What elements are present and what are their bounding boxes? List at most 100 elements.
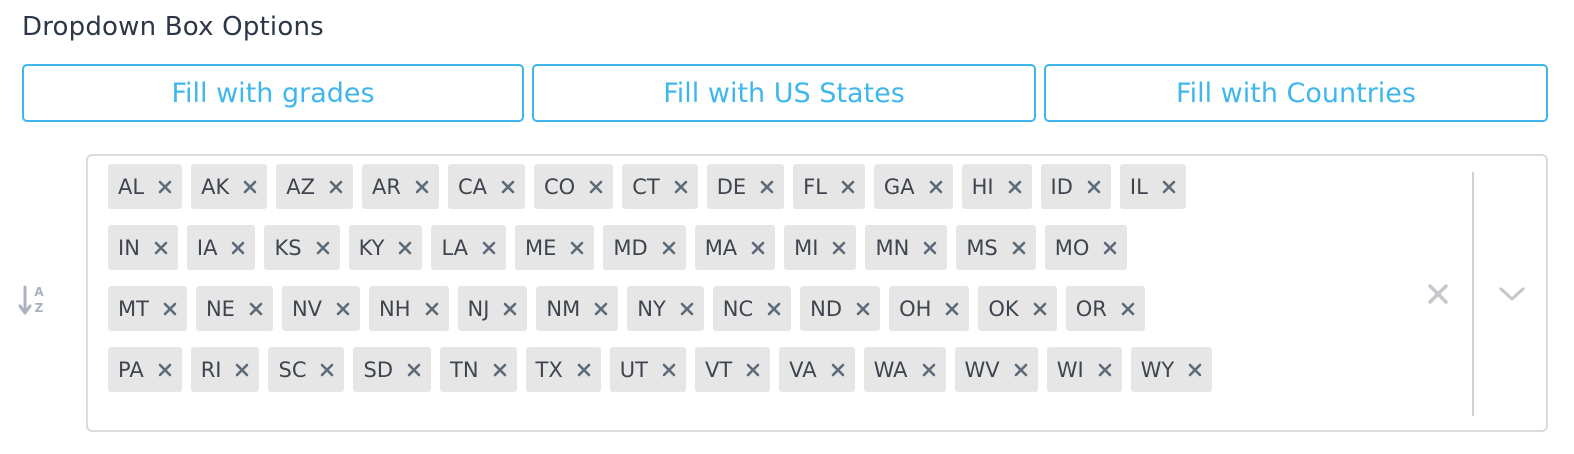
close-icon[interactable] bbox=[152, 239, 170, 257]
close-icon[interactable] bbox=[1096, 361, 1114, 379]
selected-chip: UT bbox=[609, 347, 686, 392]
chip-label: HI bbox=[971, 174, 994, 199]
close-icon[interactable] bbox=[1085, 178, 1103, 196]
close-icon[interactable] bbox=[678, 300, 696, 318]
selected-chip: MD bbox=[603, 225, 686, 270]
close-icon[interactable] bbox=[1101, 239, 1119, 257]
close-icon[interactable] bbox=[1012, 361, 1030, 379]
chip-label: KS bbox=[274, 235, 302, 260]
close-icon[interactable] bbox=[943, 300, 961, 318]
chip-label: UT bbox=[619, 357, 648, 382]
close-icon[interactable] bbox=[839, 178, 857, 196]
selected-chip: OK bbox=[978, 286, 1057, 331]
close-icon[interactable] bbox=[413, 178, 431, 196]
close-icon[interactable] bbox=[396, 239, 414, 257]
chip-label: SD bbox=[363, 357, 393, 382]
chip-label: AL bbox=[118, 174, 145, 199]
chip-label: IN bbox=[118, 235, 140, 260]
clear-all-icon[interactable] bbox=[1424, 280, 1452, 308]
close-icon[interactable] bbox=[592, 300, 610, 318]
chip-label: AZ bbox=[286, 174, 315, 199]
close-icon[interactable] bbox=[660, 239, 678, 257]
close-icon[interactable] bbox=[765, 300, 783, 318]
close-icon[interactable] bbox=[156, 361, 174, 379]
close-icon[interactable] bbox=[247, 300, 265, 318]
selected-chip: TX bbox=[525, 347, 601, 392]
selected-chip: AZ bbox=[276, 164, 353, 209]
close-icon[interactable] bbox=[405, 361, 423, 379]
close-icon[interactable] bbox=[314, 239, 332, 257]
close-icon[interactable] bbox=[854, 300, 872, 318]
chip-label: GA bbox=[883, 174, 915, 199]
close-icon[interactable] bbox=[156, 178, 174, 196]
close-icon[interactable] bbox=[830, 239, 848, 257]
selected-chip: AR bbox=[361, 164, 439, 209]
selected-chip: TN bbox=[440, 347, 517, 392]
close-icon[interactable] bbox=[501, 300, 519, 318]
close-icon[interactable] bbox=[927, 178, 945, 196]
close-icon[interactable] bbox=[491, 361, 509, 379]
close-icon[interactable] bbox=[480, 239, 498, 257]
selected-chip: NY bbox=[627, 286, 704, 331]
close-icon[interactable] bbox=[334, 300, 352, 318]
close-icon[interactable] bbox=[758, 178, 776, 196]
selected-chip: ND bbox=[800, 286, 881, 331]
chip-label: NJ bbox=[467, 296, 490, 321]
chip-label: MI bbox=[794, 235, 819, 260]
chip-label: OR bbox=[1075, 296, 1107, 321]
chip-label: MS bbox=[966, 235, 998, 260]
selected-chip: KS bbox=[264, 225, 340, 270]
selected-chip: NM bbox=[536, 286, 619, 331]
close-icon[interactable] bbox=[660, 361, 678, 379]
selected-chip: AL bbox=[108, 164, 183, 209]
fill-countries-button[interactable]: Fill with Countries bbox=[1044, 64, 1548, 122]
selected-chip: MS bbox=[956, 225, 1036, 270]
close-icon[interactable] bbox=[672, 178, 690, 196]
fill-grades-button[interactable]: Fill with grades bbox=[22, 64, 524, 122]
chip-label: TX bbox=[535, 357, 563, 382]
chip-label: NE bbox=[205, 296, 235, 321]
close-icon[interactable] bbox=[327, 178, 345, 196]
selected-chip: ME bbox=[515, 225, 595, 270]
chip-label: IA bbox=[196, 235, 218, 260]
chip-label: ID bbox=[1050, 174, 1073, 199]
chip-label: WV bbox=[964, 357, 1000, 382]
chip-label: VT bbox=[704, 357, 733, 382]
close-icon[interactable] bbox=[233, 361, 251, 379]
chevron-down-icon[interactable] bbox=[1496, 280, 1528, 308]
close-icon[interactable] bbox=[744, 361, 762, 379]
selected-chip: MT bbox=[108, 286, 187, 331]
chip-label: OK bbox=[988, 296, 1019, 321]
close-icon[interactable] bbox=[1119, 300, 1137, 318]
close-icon[interactable] bbox=[1186, 361, 1204, 379]
close-icon[interactable] bbox=[1160, 178, 1178, 196]
close-icon[interactable] bbox=[499, 178, 517, 196]
close-icon[interactable] bbox=[229, 239, 247, 257]
chip-label: AK bbox=[201, 174, 230, 199]
close-icon[interactable] bbox=[587, 178, 605, 196]
close-icon[interactable] bbox=[318, 361, 336, 379]
close-icon[interactable] bbox=[1031, 300, 1049, 318]
selected-chip: IN bbox=[108, 225, 178, 270]
close-icon[interactable] bbox=[161, 300, 179, 318]
sort-label-z: Z bbox=[35, 301, 44, 315]
close-icon[interactable] bbox=[920, 361, 938, 379]
fill-us-states-button[interactable]: Fill with US States bbox=[532, 64, 1036, 122]
close-icon[interactable] bbox=[1010, 239, 1028, 257]
chip-label: MO bbox=[1054, 235, 1090, 260]
close-icon[interactable] bbox=[568, 239, 586, 257]
selected-chip: VA bbox=[779, 347, 855, 392]
close-icon[interactable] bbox=[1006, 178, 1024, 196]
chip-label: NY bbox=[637, 296, 666, 321]
chip-label: CA bbox=[457, 174, 487, 199]
close-icon[interactable] bbox=[575, 361, 593, 379]
close-icon[interactable] bbox=[241, 178, 259, 196]
close-icon[interactable] bbox=[921, 239, 939, 257]
multiselect-box[interactable]: AL AK AZ AR CA CO CT DE FL GA HI ID IL IN IA KS KY LA ME MD… bbox=[86, 154, 1548, 432]
close-icon[interactable] bbox=[423, 300, 441, 318]
close-icon[interactable] bbox=[829, 361, 847, 379]
selected-chip: AK bbox=[191, 164, 268, 209]
close-icon[interactable] bbox=[749, 239, 767, 257]
sort-alpha-down-icon[interactable]: A Z bbox=[18, 282, 50, 318]
chip-label: PA bbox=[118, 357, 144, 382]
